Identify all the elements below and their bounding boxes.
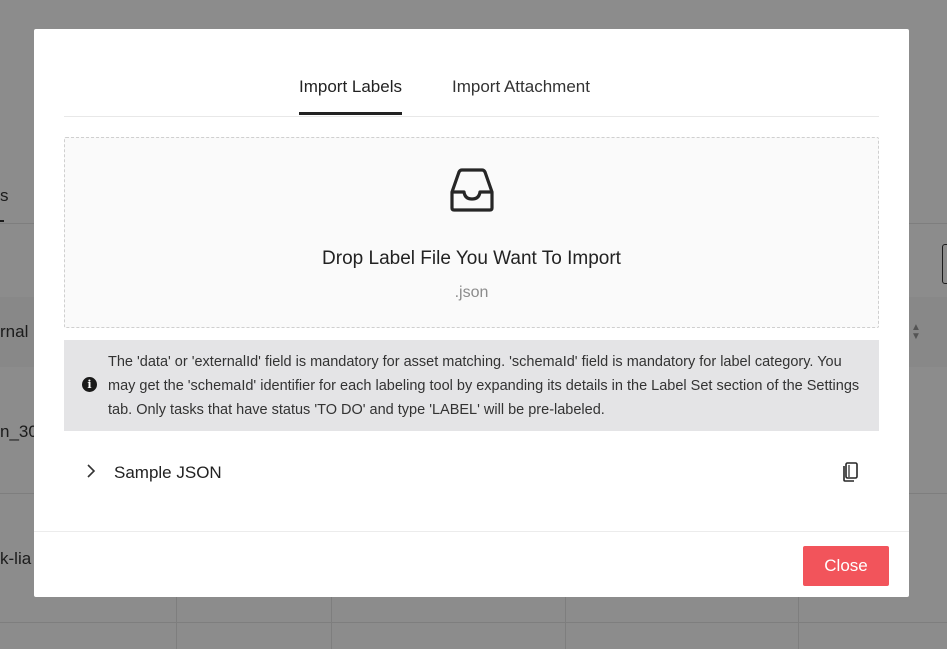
import-modal: Import Labels Import Attachment Drop Lab… [34, 29, 909, 597]
info-icon: i [82, 377, 97, 392]
info-text: The 'data' or 'externalId' field is mand… [108, 354, 860, 418]
copy-icon[interactable] [841, 461, 859, 483]
chevron-right-icon [86, 463, 96, 484]
sample-json-label: Sample JSON [114, 463, 222, 482]
tab-import-labels[interactable]: Import Labels [299, 77, 402, 115]
inbox-icon [450, 168, 494, 212]
dropzone-title: Drop Label File You Want To Import [322, 248, 621, 269]
tab-bar: Import Labels Import Attachment [64, 29, 879, 117]
file-dropzone[interactable]: Drop Label File You Want To Import .json [64, 137, 879, 328]
tab-import-attachment[interactable]: Import Attachment [452, 77, 590, 114]
info-alert: i The 'data' or 'externalId' field is ma… [64, 340, 879, 431]
sample-json-collapse[interactable]: Sample JSON [64, 454, 879, 492]
dropzone-file-type: .json [454, 284, 489, 301]
close-button[interactable]: Close [803, 546, 889, 586]
modal-footer: Close [34, 531, 909, 597]
